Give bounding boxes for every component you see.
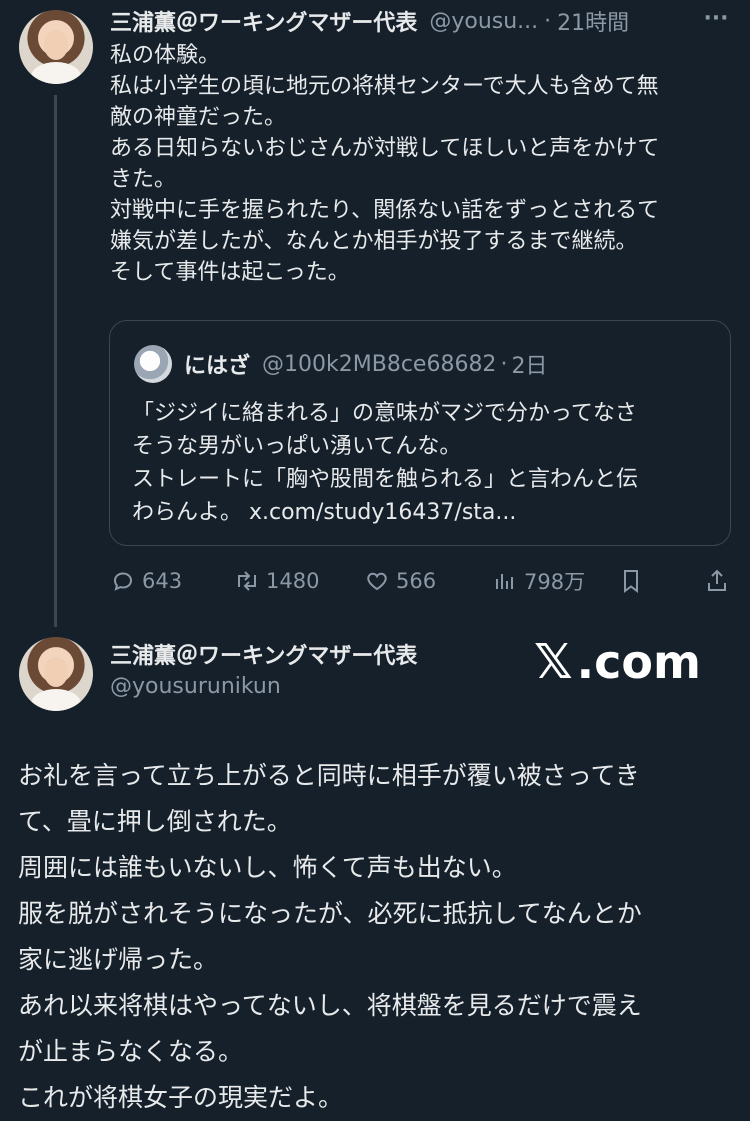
tweet2-line: 服を脱がされそうになったが、必死に抵抗してなんとか	[18, 899, 642, 928]
tweet-line: 敵の神童だった。	[110, 105, 287, 130]
tweet-time[interactable]: 21時間	[557, 5, 629, 37]
share-button[interactable]	[704, 562, 736, 600]
quoted-author-avatar	[134, 345, 172, 383]
more-options-icon[interactable]: ···	[700, 5, 732, 37]
like-count: 566	[396, 569, 437, 593]
reply-button[interactable]: 643	[110, 562, 182, 600]
author-handle[interactable]: @yousurunikun	[110, 672, 510, 702]
author-avatar[interactable]	[19, 637, 93, 711]
avatar-face	[44, 657, 68, 687]
tweet2-header: 三浦薫＠ワーキングマザー代表 @yousurunikun	[110, 642, 510, 702]
avatar-shirt	[31, 689, 81, 711]
tweet-action-bar: 643 1480 566 798万	[110, 562, 740, 600]
like-button[interactable]: 566	[364, 562, 436, 600]
author-avatar[interactable]	[19, 10, 93, 84]
tweet2-line: これが将棋女子の現実だよ。	[18, 1083, 344, 1112]
quoted-tweet-header: にはざ @100k2MB8ce68682 · 2日	[184, 349, 704, 380]
x-com-logo: 𝕏 .com	[534, 632, 714, 692]
logo-text: .com	[576, 635, 701, 689]
quoted-line: 「ジジイに絡まれる」の意味がマジで分かってなさ	[132, 401, 637, 426]
tweet-line: 私の体験。	[110, 43, 221, 68]
tweet-line: 対戦中に手を握られたり、関係ない話をずっとされるて	[110, 198, 660, 223]
tweet-line: そして事件は起こった。	[110, 260, 350, 285]
bookmark-icon	[618, 568, 644, 594]
heart-icon	[364, 568, 390, 594]
tweet2-line: が止まらなくなる。	[18, 1037, 244, 1066]
tweet2-line: お礼を言って立ち上がると同時に相手が覆い被さってき	[18, 761, 640, 790]
bookmark-button[interactable]	[618, 562, 650, 600]
author-name[interactable]: 三浦薫＠ワーキングマザー代表	[110, 5, 417, 37]
avatar-shirt	[31, 62, 81, 84]
quoted-author-handle: @100k2MB8ce68682	[262, 351, 497, 377]
x-logo-icon: 𝕏	[534, 634, 573, 690]
tweet-line: ある日知らないおじさんが対戦してほしいと声をかけて	[110, 136, 660, 161]
views-button[interactable]: 798万	[492, 562, 585, 600]
tweet-line: 私は小学生の頃に地元の将棋センターで大人も含めて無	[110, 74, 659, 99]
quoted-tweet-card[interactable]: にはざ @100k2MB8ce68682 · 2日 「ジジイに絡まれる」の意味が…	[109, 320, 731, 546]
separator-dot: ·	[500, 351, 508, 377]
retweet-button[interactable]: 1480	[234, 562, 319, 600]
tweet-text: 私の体験。 私は小学生の頃に地元の将棋センターで大人も含めて無 敵の神童だった。…	[110, 40, 730, 288]
tweet2-text: お礼を言って立ち上がると同時に相手が覆い被さってき て、畳に押し倒された。 周囲…	[18, 753, 738, 1121]
tweet2-line: 家に逃げ帰った。	[18, 945, 219, 974]
bar-chart-icon	[492, 568, 518, 594]
author-handle[interactable]: @yousu...	[429, 9, 538, 34]
quoted-author-name: にはざ	[184, 354, 251, 379]
retweet-count: 1480	[266, 569, 320, 593]
tweet2-line: 周囲には誰もいないし、怖くて声も出ない。	[18, 853, 517, 882]
quoted-tweet-text: 「ジジイに絡まれる」の意味がマジで分かってなさ そうな男がいっぱい湧いてんな。 …	[132, 397, 712, 529]
quoted-tweet-time: 2日	[511, 354, 548, 379]
tweet2-line: て、畳に押し倒された。	[18, 807, 292, 836]
quoted-line: そうな男がいっぱい湧いてんな。	[132, 434, 462, 459]
reply-icon	[110, 568, 136, 594]
quoted-line: ストレートに「胸や股間を触られる」と言わんと伝	[132, 467, 639, 492]
tweet2-line: あれ以来将棋はやってないし、将棋盤を見るだけで震え	[18, 991, 642, 1020]
quoted-line: わらんよ。 x.com/study16437/sta...	[132, 500, 517, 525]
author-name[interactable]: 三浦薫＠ワーキングマザー代表	[110, 642, 510, 672]
tweet-line: きた。	[110, 167, 177, 192]
reply-count: 643	[142, 569, 183, 593]
views-count: 798万	[524, 570, 586, 594]
thread-line	[54, 95, 57, 627]
retweet-icon	[234, 568, 260, 594]
separator-dot: ·	[544, 8, 552, 34]
avatar-face	[44, 30, 68, 60]
share-icon	[704, 568, 730, 594]
tweet-header: 三浦薫＠ワーキングマザー代表 @yousu... · 21時間 ···	[110, 5, 740, 37]
tweet-line: 嫌気が差したが、なんとか相手が投了するまで継続。	[110, 229, 638, 254]
